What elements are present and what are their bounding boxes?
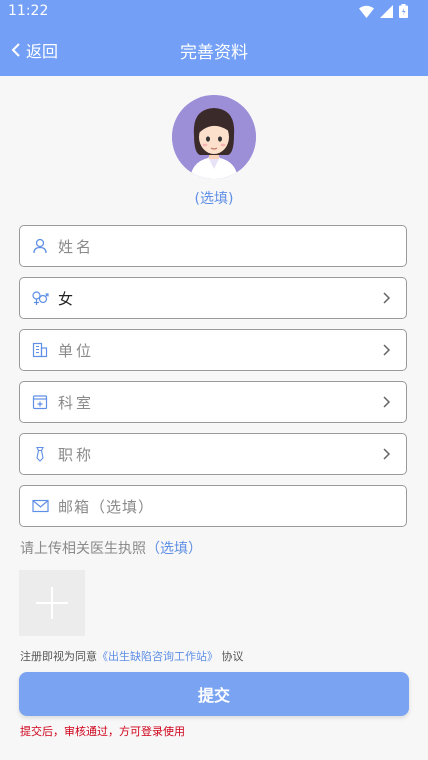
job-title-select[interactable]: 职称 [19, 433, 407, 475]
department-placeholder: 科室 [58, 393, 95, 412]
battery-icon [399, 4, 408, 18]
chevron-right-icon [383, 292, 391, 304]
name-field[interactable]: 姓名 [19, 225, 407, 267]
status-icons [359, 4, 408, 18]
email-field[interactable]: 邮箱（选填） [19, 485, 407, 527]
person-icon [30, 236, 50, 256]
status-bar: 11:22 [0, 0, 428, 24]
plus-icon [36, 587, 68, 619]
chevron-right-icon [383, 448, 391, 460]
upload-license-button[interactable] [19, 570, 85, 636]
medical-box-icon [30, 392, 50, 412]
signal-icon [380, 4, 393, 18]
name-placeholder: 姓名 [58, 237, 95, 256]
app-header: 11:22 返回 完善资料 [0, 0, 428, 76]
wifi-icon [359, 5, 374, 18]
chevron-right-icon [383, 344, 391, 356]
gender-icon [30, 288, 50, 308]
review-notice: 提交后，审核通过，方可登录使用 [20, 725, 185, 738]
job-title-placeholder: 职称 [58, 445, 95, 464]
agreement-suffix: 协议 [221, 650, 244, 663]
company-placeholder: 单位 [58, 341, 95, 360]
navigation-bar: 返回 完善资料 [0, 28, 428, 72]
upload-optional-hint: （选填） [146, 541, 202, 557]
page-title: 完善资料 [180, 43, 248, 63]
building-icon [30, 340, 50, 360]
avatar-optional-hint: (选填) [194, 191, 234, 207]
gender-value: 女 [58, 289, 77, 308]
company-select[interactable]: 单位 [19, 329, 407, 371]
email-placeholder: 邮箱（选填） [58, 497, 155, 516]
avatar[interactable] [172, 95, 256, 179]
department-select[interactable]: 科室 [19, 381, 407, 423]
mail-icon [30, 496, 50, 516]
chevron-right-icon [383, 396, 391, 408]
status-time: 11:22 [8, 3, 49, 19]
submit-label: 提交 [197, 686, 230, 705]
tie-icon [30, 444, 50, 464]
submit-button[interactable]: 提交 [19, 672, 409, 716]
agreement-link[interactable]: 《出生缺陷咨询工作站》 [97, 650, 218, 663]
doctor-avatar-icon [172, 95, 256, 179]
agreement-text: 注册即视为同意《出生缺陷咨询工作站》 协议 [20, 648, 244, 664]
gender-select[interactable]: 女 [19, 277, 407, 319]
upload-license-title: 请上传相关医生执照（选填） [20, 538, 202, 558]
upload-title-text: 请上传相关医生执照 [20, 541, 146, 557]
agreement-prefix: 注册即视为同意 [20, 650, 97, 663]
